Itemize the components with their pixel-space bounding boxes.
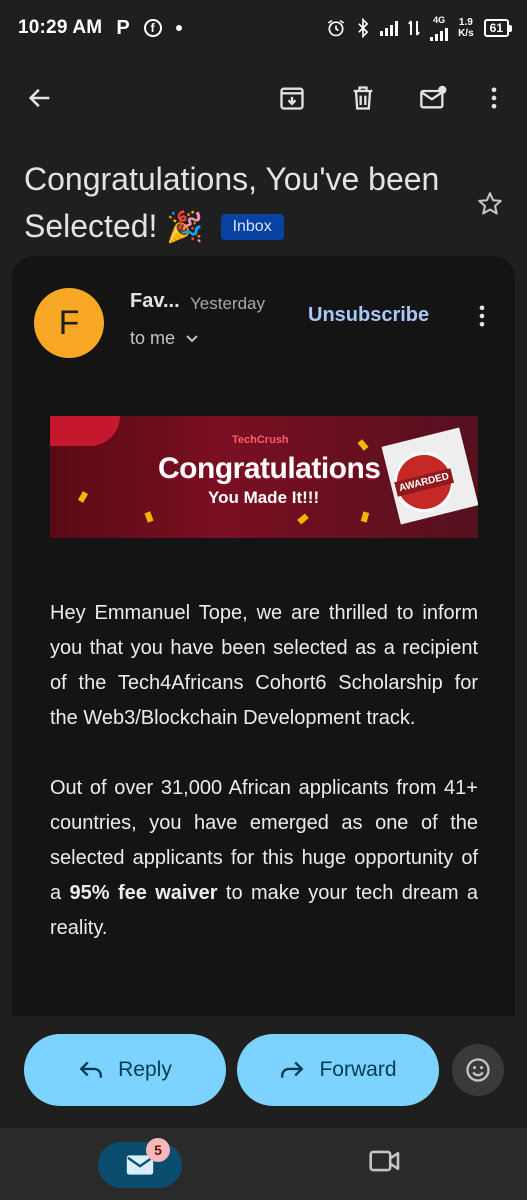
banner-title: Congratulations [158, 452, 381, 485]
network-label: 4G [433, 14, 446, 25]
back-arrow-icon [28, 88, 50, 108]
reply-button[interactable]: Reply [24, 1034, 226, 1106]
reply-arrow-icon [79, 1061, 103, 1078]
recipient-label: to me [130, 328, 176, 348]
star-button[interactable] [468, 182, 512, 226]
email-subject: Congratulations, You've been Selected! 🎉… [24, 156, 464, 251]
techcrush-logo: TechCrush [232, 434, 289, 446]
notification-icons: P f [116, 16, 182, 40]
star-icon [478, 192, 502, 215]
more-vert-icon [491, 87, 497, 109]
network-speed: 1.9 K/s [458, 17, 474, 39]
network-type: 4G [430, 14, 449, 41]
smiley-icon [466, 1058, 490, 1082]
signal-icon-2 [430, 25, 449, 41]
more-notifications-dot-icon [175, 25, 182, 31]
app-bar [0, 70, 527, 128]
confetti-piece [77, 491, 89, 503]
forward-label: Forward [319, 1058, 397, 1081]
bluetooth-icon [358, 18, 369, 38]
email-body: Hey Emmanuel Tope, we are thrilled to in… [50, 596, 478, 981]
unread-count-badge: 5 [146, 1138, 170, 1162]
speed-value: 1.9 [458, 17, 473, 28]
archive-icon [280, 87, 304, 110]
mark-unread-button[interactable] [411, 76, 455, 120]
alarm-icon [328, 19, 345, 37]
mark-unread-mail-icon [420, 85, 447, 109]
seal-text: AWARDED [394, 467, 454, 497]
react-emoji-button[interactable] [452, 1044, 504, 1096]
banner-decoration [50, 416, 120, 446]
unsubscribe-button[interactable]: Unsubscribe [308, 304, 429, 327]
forward-arrow-icon [281, 1061, 304, 1078]
body-paragraph-1: Hey Emmanuel Tope, we are thrilled to in… [50, 602, 478, 729]
delete-button[interactable] [341, 76, 385, 120]
subject-area: Congratulations, You've been Selected! 🎉… [24, 156, 464, 251]
chevron-down-icon [186, 334, 198, 342]
sender-avatar[interactable]: F [34, 288, 104, 358]
trash-icon [353, 86, 373, 110]
more-vert-icon [479, 305, 485, 327]
signal-icon [380, 20, 399, 36]
p-app-icon: P [116, 16, 130, 39]
facebook-icon: f [143, 19, 162, 37]
bottom-navigation: 5 [0, 1128, 527, 1200]
back-button[interactable] [18, 76, 62, 120]
meet-tab[interactable] [368, 1148, 402, 1179]
video-camera-icon [369, 1150, 400, 1172]
email-date: Yesterday [190, 294, 265, 313]
battery-icon: 61 [483, 19, 513, 37]
confetti-piece [357, 439, 369, 451]
banner-subtitle: You Made It!!! [208, 488, 320, 507]
inbox-label-chip[interactable]: Inbox [220, 214, 284, 240]
congratulations-banner-image: TechCrush Congratulations You Made It!!!… [50, 416, 478, 538]
more-options-button[interactable] [472, 76, 516, 120]
status-time: 10:29 AM [18, 17, 103, 38]
email-card: F Fav... Yesterday to me Unsubscribe Tec… [12, 256, 515, 1016]
reply-label: Reply [118, 1058, 172, 1081]
confetti-piece [360, 511, 370, 523]
fee-waiver-highlight: 95% fee waiver [69, 882, 218, 904]
confetti-piece [144, 511, 154, 523]
data-transfer-icon [408, 20, 420, 36]
status-bar: 10:29 AM P f 4G 1.9 K/s 61 [0, 0, 527, 56]
forward-button[interactable]: Forward [237, 1034, 439, 1106]
body-paragraph-2: Out of over 31,000 African applicants fr… [50, 771, 478, 946]
sender-name[interactable]: Fav... [130, 290, 180, 313]
system-icons: 4G 1.9 K/s 61 [326, 14, 513, 41]
party-popper-icon: 🎉 [166, 211, 204, 244]
recipient-details-toggle[interactable]: to me [130, 328, 199, 349]
confetti-piece [297, 513, 309, 525]
message-more-button[interactable] [460, 294, 504, 338]
archive-button[interactable] [270, 76, 314, 120]
speed-unit: K/s [458, 28, 474, 39]
